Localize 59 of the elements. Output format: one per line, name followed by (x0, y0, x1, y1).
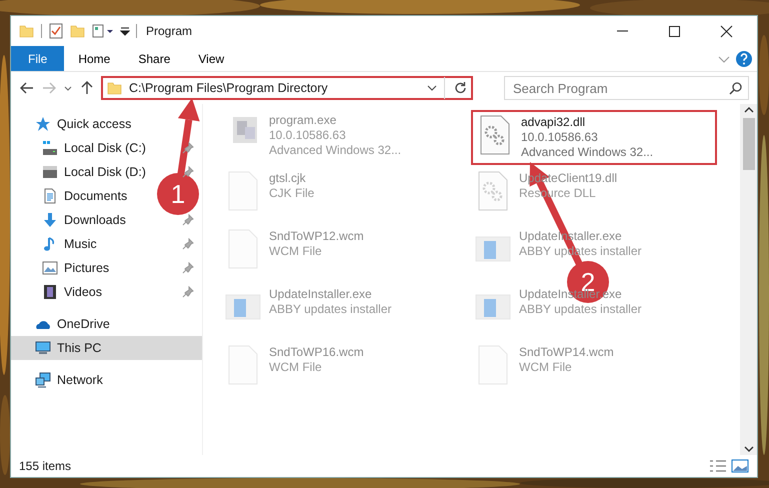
computer-icon (35, 340, 51, 356)
pin-icon[interactable] (182, 238, 194, 250)
back-icon[interactable] (19, 80, 35, 96)
pin-icon[interactable] (182, 286, 194, 298)
sidebar-item[interactable]: Local Disk (C:) (42, 136, 146, 160)
sidebar-item[interactable]: Network (35, 368, 103, 392)
pin-icon[interactable] (182, 214, 194, 226)
file-detail: CJK File (269, 186, 314, 201)
document-icon (42, 188, 58, 204)
item-count: 155 items (19, 458, 72, 475)
file-item[interactable]: advapi32.dll 10.0.10586.63 Advanced Windows 32... (471, 110, 717, 165)
pin-icon[interactable] (182, 142, 194, 154)
details-view-icon[interactable] (709, 459, 727, 473)
file-detail: ABBY updates installer (519, 302, 642, 317)
network-icon (35, 372, 51, 388)
ribbon-tab[interactable]: View (184, 46, 238, 71)
large-icons-view-icon[interactable] (731, 459, 749, 473)
sidebar-item[interactable]: Local Disk (D:) (42, 160, 146, 184)
ribbon-tab[interactable]: Share (124, 46, 184, 71)
address-path: C:\Program Files\Program Directory (129, 80, 329, 97)
file-detail: WCM File (269, 360, 322, 375)
file-detail: Advanced Windows 32... (521, 145, 654, 160)
file-detail: WCM File (269, 244, 322, 259)
pin-icon[interactable] (182, 166, 194, 178)
view-icon[interactable] (92, 23, 114, 39)
ribbon-tab[interactable]: Home (64, 46, 124, 71)
search-field[interactable]: Search Program (504, 76, 749, 100)
properties-icon[interactable] (48, 23, 64, 39)
search-icon[interactable] (729, 81, 743, 95)
sidebar-item[interactable]: Videos (42, 280, 102, 304)
up-icon[interactable] (79, 80, 95, 96)
window-title: Program (146, 23, 192, 40)
film-icon (42, 284, 58, 300)
file-detail: WCM File (519, 360, 572, 375)
sidebar-item[interactable]: This PC (11, 336, 202, 360)
sidebar-item[interactable]: Documents (42, 184, 128, 208)
drive-icon (42, 140, 58, 156)
folder-icon (107, 80, 123, 96)
scrollbar-thumb[interactable] (742, 118, 754, 170)
pin-icon[interactable] (182, 262, 194, 274)
drive-icon (42, 164, 58, 180)
sidebar-item[interactable]: OneDrive (35, 312, 110, 336)
file-detail: Advanced Windows 32... (269, 143, 402, 158)
address-bar[interactable]: C:\Program Files\Program Directory (101, 76, 473, 100)
download-icon (42, 212, 58, 228)
file-detail: ABBY updates installer (269, 302, 392, 317)
file-detail: 10.0.10586.63 (521, 130, 598, 145)
file-menu-button[interactable]: File (11, 46, 64, 71)
picture-icon (42, 260, 58, 276)
file-detail: 10.0.10586.63 (269, 128, 346, 143)
star-icon (35, 116, 51, 132)
file-name: advapi32.dll (521, 115, 586, 130)
sidebar-item[interactable]: Pictures (42, 256, 110, 280)
sidebar-item[interactable]: Downloads (42, 208, 126, 232)
step-marker (157, 173, 199, 215)
sidebar-item[interactable]: Music (42, 232, 97, 256)
step-number: 1 (170, 179, 186, 209)
minimize-icon (616, 30, 628, 32)
sidebar-item[interactable]: Quick access (35, 112, 132, 136)
